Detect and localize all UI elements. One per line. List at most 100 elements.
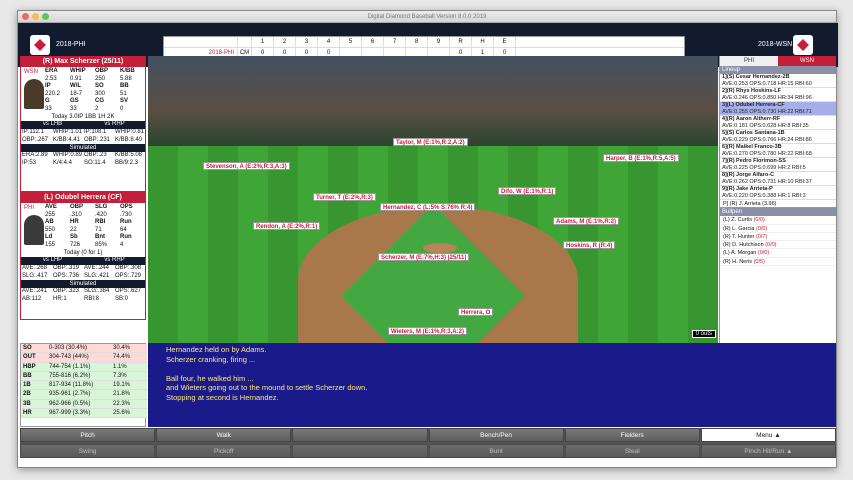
- lineup-row[interactable]: 9](R) Jake Arrieta-P AVE:0.220 OPS:0.388 …: [720, 186, 836, 200]
- lineup-row[interactable]: 7](R) Pedro Florimon-SS AVE:0.225 OPS:0.6…: [720, 158, 836, 172]
- pbp-line: and Wieters going out to the mound to se…: [166, 383, 368, 392]
- stat-cell: .310: [70, 211, 82, 218]
- odds-k: HR: [21, 409, 47, 419]
- lineup-row[interactable]: 1](S) Cesar Hernandez-2B AVE:0.253 OPS:0.…: [720, 74, 836, 88]
- lineup-row[interactable]: 3](L) Odubel Herrera-CF AVE:0.255 OPS:0.7…: [720, 102, 836, 116]
- away-team-logo: [30, 35, 50, 55]
- fielder-label[interactable]: Hoskins, R (R:4): [563, 241, 616, 249]
- odds-k: SO: [21, 344, 47, 354]
- stat-cell: AB: [45, 219, 54, 225]
- batter-splits: AVE:.268 OBP:.319 AVE:.244 OBP:.308 SLG:.417…: [21, 265, 145, 280]
- sim-cell: OBP:.23: [84, 152, 107, 158]
- ls-abbr-head: [238, 37, 252, 47]
- stat-cell: 51: [120, 90, 127, 97]
- fielder-label[interactable]: Difo, W (E:1%,R:1): [498, 187, 557, 195]
- stat-cell: .730: [120, 211, 132, 218]
- stat-cell: 250: [95, 75, 106, 82]
- bullpen-row[interactable]: (R) H. Neris (0/5): [720, 258, 836, 267]
- action-button[interactable]: Walk: [156, 428, 292, 442]
- stat-cell: Ld: [45, 234, 53, 240]
- stat-cell: Sb: [70, 234, 78, 240]
- bullpen-name: (R) D. Hutchison: [723, 242, 764, 249]
- minimize-window-button[interactable]: [32, 13, 39, 20]
- pitcher-team: WSN: [24, 69, 38, 75]
- fielder-label[interactable]: Herrera, O: [458, 308, 494, 316]
- split-cell: OPS:.729: [115, 272, 142, 279]
- split-head-left: vs LHP: [42, 257, 63, 263]
- fielder-label[interactable]: Adams, M (E:1%,R:2): [553, 217, 620, 225]
- zoom-window-button[interactable]: [42, 13, 49, 20]
- lineup-stats: AVE:0.246 OPS:0.850 HR:34 RBI:96: [722, 95, 812, 101]
- home-team-logo: [793, 35, 813, 55]
- lineup-row[interactable]: 6](R) Maikel Franco-3B AVE:0.270 OPS:0.78…: [720, 144, 836, 158]
- bullpen-row[interactable]: (R) L. Garcia (0/0): [720, 225, 836, 233]
- fielder-label[interactable]: Stevenson, A (E:2%,R:3,A:3): [203, 162, 290, 170]
- odds-k: 3B: [21, 399, 47, 410]
- action-button[interactable]: Pickoff: [156, 443, 292, 458]
- sim-cell: ERA:2.89: [22, 152, 48, 158]
- stat-cell: G: [45, 98, 50, 104]
- odds-p: 1.1%: [111, 362, 147, 372]
- bullpen-row[interactable]: (L) Z. Curtis (0/0): [720, 216, 836, 225]
- stat-cell: SO: [95, 83, 104, 89]
- fielder-label[interactable]: Hernandez, C (L:5% S:76% R:4): [380, 203, 476, 211]
- action-button[interactable]: [292, 443, 428, 458]
- stat-cell: SLG: [95, 204, 108, 210]
- fielder-label[interactable]: Scherzer, M (E:7%,H:3) (25/11): [378, 253, 470, 261]
- fielder-label[interactable]: Taylor, M (E:1%,R:2,A:2): [393, 138, 468, 146]
- fielder-label[interactable]: Wieters, M (E:1%,R:3,A:2): [388, 327, 467, 335]
- pbp-line: Stopping at second is Hernandez.: [166, 392, 279, 402]
- action-button[interactable]: Bench/Pen: [428, 428, 564, 442]
- tab-wsn[interactable]: WSN: [778, 56, 836, 66]
- stat-cell: AVE: [45, 204, 57, 210]
- action-button[interactable]: Steal: [564, 443, 700, 458]
- lineup-row[interactable]: 5](S) Carlos Santana-1B AVE:0.229 OPS:0.7…: [720, 130, 836, 144]
- stat-cell: 0: [120, 105, 124, 112]
- action-button[interactable]: Menu ▲: [700, 428, 836, 442]
- pitcher-card[interactable]: (R) Max Scherzer (25/11) WSN ERA WHIP OBP K…: [20, 56, 146, 192]
- action-button[interactable]: Bunt: [428, 443, 564, 458]
- lineup-row[interactable]: 2](R) Rhys Hoskins-LF AVE:0.246 OPS:0.850…: [720, 88, 836, 102]
- batter-sim-head: Simulated: [21, 280, 145, 288]
- pitcher-sim: ERA:2.89 WHIP:0.89 OBP:.23 K/BB:5.08 IP:53 K/…: [21, 152, 145, 167]
- current-pitcher[interactable]: P] (R) J. Arrieta (3.96): [720, 200, 836, 209]
- action-button[interactable]: Fielders: [564, 428, 700, 442]
- action-button[interactable]: [292, 428, 428, 442]
- split-cell: OBP:.308: [115, 265, 142, 271]
- bullpen-row[interactable]: (R) T. Hunter (0/7): [720, 233, 836, 242]
- tab-phi[interactable]: PHI: [720, 56, 778, 66]
- stat-cell: 300: [95, 90, 106, 97]
- lineup-row[interactable]: 8](R) Jorge Alfaro-C AVE:0.262 OPS:0.731 …: [720, 172, 836, 186]
- stat-cell: 155: [45, 241, 56, 248]
- roster-panel: PHI WSN Lineup 1](S) Cesar Hernandez-2B A…: [719, 56, 836, 343]
- stat-cell: RBI: [95, 219, 106, 225]
- odds-p: 7.3%: [111, 371, 147, 382]
- action-button[interactable]: Swing: [20, 443, 156, 458]
- bullpen-row[interactable]: (L) A. Morgan (0/0): [720, 249, 836, 258]
- odds-v: 962-966 (0.5%): [47, 399, 111, 410]
- outs-indicator: 0 outs: [691, 330, 716, 338]
- stat-cell: 33: [70, 105, 77, 112]
- action-button[interactable]: Pinch Hit/Run ▲: [700, 443, 836, 458]
- bullpen-row[interactable]: (R) D. Hutchison (0/0): [720, 241, 836, 250]
- stat-cell: 64: [120, 226, 127, 233]
- ls-inning-label: 3: [296, 37, 318, 47]
- action-button[interactable]: Pitch: [20, 428, 156, 442]
- stat-cell: HR: [70, 219, 79, 225]
- ls-total-label: H: [472, 37, 494, 47]
- fielder-label[interactable]: Rendon, A (E:2%,R:1): [253, 222, 321, 230]
- sim-cell: BB/9:2.3: [115, 159, 139, 166]
- batter-split-head: vs LHP vs RHP: [21, 257, 145, 265]
- split-cell: K/BB:4.41: [53, 136, 81, 143]
- lineup-name: 7](R) Pedro Florimon-SS: [722, 158, 786, 164]
- stat-cell: 255: [45, 211, 56, 218]
- left-panel: (R) Max Scherzer (25/11) WSN ERA WHIP OBP K…: [20, 56, 146, 387]
- close-window-button[interactable]: [22, 13, 29, 20]
- lineup-row[interactable]: 4](R) Aaron Altherr-RF AVE:0.181 OPS:0.62…: [720, 116, 836, 130]
- pbp-line: Hernandez held on by Adams.: [166, 345, 267, 354]
- lineup-name: 2](R) Rhys Hoskins-LF: [722, 88, 781, 94]
- batter-card[interactable]: (L) Odubel Herrera (CF) PHI AVE OBP SLG OPS…: [20, 192, 146, 320]
- bullpen-name: (L) Z. Curtis: [723, 217, 753, 224]
- fielder-label[interactable]: Turner, T (E:2%,R:3): [313, 193, 376, 201]
- fielder-label[interactable]: Harper, B (E:1%,R:5,A:5): [603, 154, 679, 162]
